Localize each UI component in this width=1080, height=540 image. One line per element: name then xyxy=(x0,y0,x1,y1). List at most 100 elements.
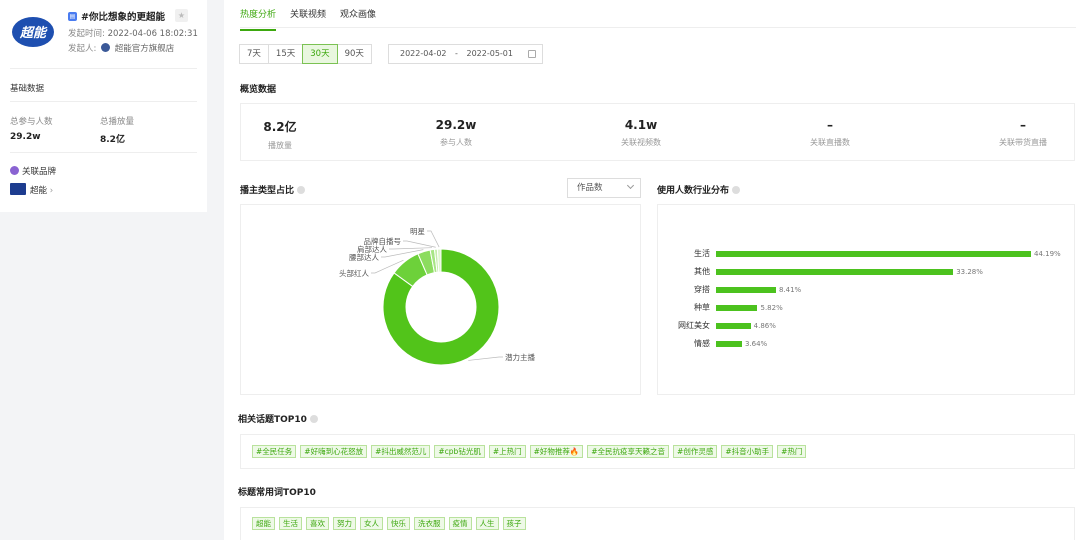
bar-value-label: 5.82% xyxy=(760,304,783,312)
brand-logo-icon: 超能 xyxy=(12,17,54,47)
industry-bar[interactable] xyxy=(716,251,1031,257)
seller-avatar-icon xyxy=(101,43,111,52)
creator-type-panel: 潜力主播 头部红人 腰部达人 肩部达人 品牌自播号 明星 xyxy=(240,204,641,395)
brand-icon xyxy=(10,166,19,175)
chevron-right-icon: › xyxy=(49,186,54,196)
related-brand-label: 关联品牌 xyxy=(22,167,57,177)
word-tag-list: 超能 生活 喜欢 努力 女人 快乐 洗衣服 疫情 人生 孩子 xyxy=(252,517,526,530)
industry-bar[interactable] xyxy=(716,323,751,329)
creator-type-label: 播主类型占比 xyxy=(240,186,295,196)
topic-tag[interactable]: #全民抗疫享天籁之音 xyxy=(587,445,670,458)
title-word-tag: 努力 xyxy=(333,517,356,530)
title-word-tag: 女人 xyxy=(360,517,383,530)
title-word-tag: 洗衣服 xyxy=(414,517,445,530)
donut-slice-label: 潜力主播 xyxy=(505,352,535,362)
bar-category-label: 网红美女 xyxy=(678,321,710,330)
creator-type-title: 播主类型占比 xyxy=(240,183,306,196)
topic-header: ▤ #你比想象的更超能 xyxy=(68,9,165,23)
info-icon[interactable] xyxy=(297,186,306,194)
divider xyxy=(10,68,197,69)
title-word-tag: 超能 xyxy=(252,517,275,530)
topic-tag[interactable]: #全民任务 xyxy=(252,445,297,458)
industry-dist-panel: 生活 44.19% 其他 33.28% 穿搭 8.41% 种草 5.82% 网红美女 4.86% 情… xyxy=(657,204,1075,395)
creator-type-donut-chart: 潜力主播头部红人腰部达人肩部达人品牌自播号明星 xyxy=(339,227,535,366)
main-panel: 热度分析 关联视频 观众画像 7天 15天 30天 90天 2022-04-02… xyxy=(224,0,1080,540)
date-separator: - xyxy=(455,49,458,58)
related-topics-label: 相关话题TOP10 xyxy=(238,415,307,425)
bar-category-label: 穿搭 xyxy=(694,285,710,294)
industry-bar[interactable] xyxy=(716,269,954,275)
overview-participants: 29.2w 参与人数 xyxy=(396,118,516,148)
donut-slice-label: 头部红人 xyxy=(339,268,369,278)
overview-value: 4.1w xyxy=(624,118,658,132)
bar-category-label: 种草 xyxy=(694,303,710,312)
topic-tag[interactable]: #热门 xyxy=(777,445,807,458)
donut-leader-line xyxy=(389,247,432,250)
info-icon[interactable] xyxy=(732,186,741,194)
date-end: 2022-05-01 xyxy=(466,49,513,58)
bar-value-label: 4.86% xyxy=(753,322,776,330)
topic-tag[interactable]: #上热门 xyxy=(488,445,526,458)
topic-tag[interactable]: #抖音小助手 xyxy=(721,445,774,458)
date-range-picker[interactable]: 2022-04-02 - 2022-05-01 xyxy=(388,44,543,64)
topic-tag[interactable]: #好物推荐🔥 xyxy=(529,445,584,458)
overview-commerce-lives: – 关联带货直播 xyxy=(963,118,1080,148)
topic-tag[interactable]: #好嗨到心花怒放 xyxy=(300,445,368,458)
brand-thumb-icon xyxy=(10,183,26,195)
metric-select-value: 作品数 xyxy=(577,183,603,193)
title-word-tag: 喜欢 xyxy=(306,517,329,530)
overview-lives: – 关联直播数 xyxy=(770,118,890,148)
topic-tag-list: #全民任务 #好嗨到心花怒放 #抖出威然范儿 #cpb钻光肌 #上热门 #好物推荐🔥 #全民… xyxy=(252,445,807,458)
range-15d-button[interactable]: 15天 xyxy=(267,44,304,64)
related-topics-title: 相关话题TOP10 xyxy=(238,412,318,425)
topic-tag[interactable]: #抖出威然范儿 xyxy=(371,445,431,458)
donut-slice-label: 明星 xyxy=(410,227,425,236)
brand-link[interactable]: 超能 › xyxy=(30,184,53,196)
launch-time-value: 2022-04-06 18:02:31 xyxy=(107,29,198,39)
topic-tag[interactable]: #创作灵感 xyxy=(673,445,718,458)
topic-title: #你比想象的更超能 xyxy=(81,12,165,23)
metric-select[interactable]: 作品数 xyxy=(567,178,641,198)
participants-value: 29.2w xyxy=(10,132,41,142)
range-30d-button[interactable]: 30天 xyxy=(302,44,338,64)
title-word-tag: 生活 xyxy=(279,517,302,530)
launcher: 发起人: 超能官方旗舰店 xyxy=(68,42,174,54)
donut-leader-line xyxy=(468,356,503,361)
tab-divider xyxy=(240,27,1076,28)
launcher-value[interactable]: 超能官方旗舰店 xyxy=(115,44,175,54)
range-90d-button[interactable]: 90天 xyxy=(336,44,372,64)
overview-label: 关联直播数 xyxy=(810,138,850,147)
bar-value-label: 8.41% xyxy=(778,286,802,294)
industry-bar[interactable] xyxy=(716,341,742,347)
range-selector: 7天 15天 30天 90天 xyxy=(239,44,372,64)
launcher-label: 发起人: xyxy=(68,44,97,54)
overview-value: 8.2亿 xyxy=(263,120,297,134)
range-7d-button[interactable]: 7天 xyxy=(239,44,269,64)
industry-bar[interactable] xyxy=(716,305,758,311)
overview-label: 关联带货直播 xyxy=(999,138,1047,147)
industry-dist-label: 使用人数行业分布 xyxy=(657,186,730,196)
topic-tag[interactable]: #cpb钻光肌 xyxy=(434,445,485,458)
overview-card: 8.2亿 播放量 29.2w 参与人数 4.1w 关联视频数 – 关联直播数 –… xyxy=(240,103,1075,161)
overview-title: 概览数据 xyxy=(240,85,277,95)
date-start: 2022-04-02 xyxy=(400,49,447,58)
launch-time: 发起时间: 2022-04-06 18:02:31 xyxy=(68,27,198,39)
chevron-down-icon xyxy=(626,181,635,190)
participants-label: 总参与人数 xyxy=(10,117,53,127)
favorite-star-icon[interactable]: ★ xyxy=(175,9,188,22)
related-topics-panel: #全民任务 #好嗨到心花怒放 #抖出威然范儿 #cpb钻光肌 #上热门 #好物推荐🔥 #全民… xyxy=(240,434,1075,469)
overview-value: – xyxy=(827,118,833,132)
overview-label: 播放量 xyxy=(268,141,292,150)
overview-value: – xyxy=(1020,118,1026,132)
related-brand-title: 关联品牌 xyxy=(10,165,56,177)
bar-category-label: 情感 xyxy=(694,339,710,348)
plays-value: 8.2亿 xyxy=(100,135,125,145)
industry-bar[interactable] xyxy=(716,287,776,293)
industry-dist-title: 使用人数行业分布 xyxy=(657,183,741,196)
bar-value-label: 3.64% xyxy=(744,340,768,348)
bar-value-label: 33.28% xyxy=(956,268,983,276)
bar-value-label: 44.19% xyxy=(1034,250,1061,258)
title-word-tag: 快乐 xyxy=(387,517,410,530)
info-icon[interactable] xyxy=(309,415,318,423)
donut-leader-line xyxy=(403,240,436,248)
